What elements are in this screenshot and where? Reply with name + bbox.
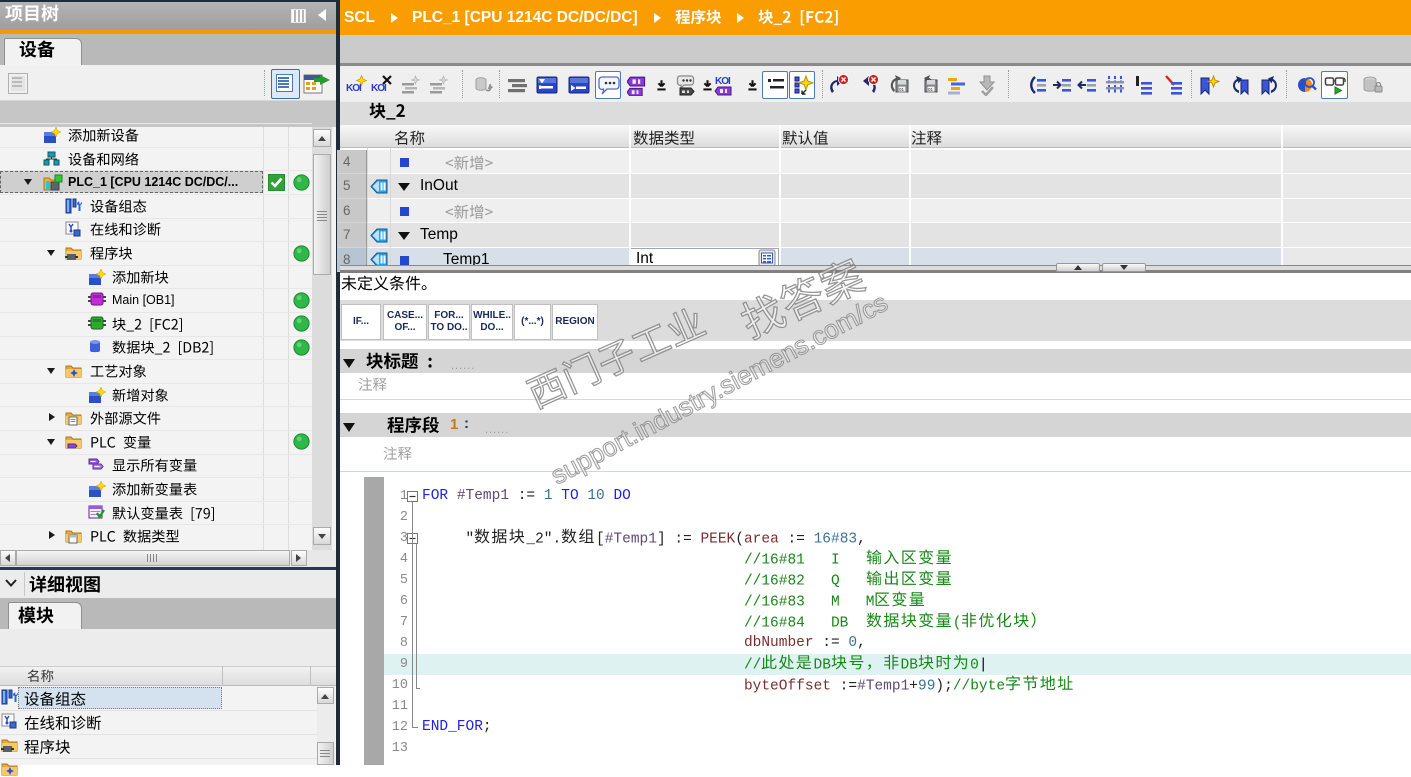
svg-text:KОI: KОI <box>346 83 362 94</box>
svg-text:KОI: KОI <box>371 83 387 94</box>
svg-text:01: 01 <box>928 87 934 92</box>
svg-text:KОI: KОI <box>715 76 731 87</box>
svg-text:01: 01 <box>899 87 905 92</box>
